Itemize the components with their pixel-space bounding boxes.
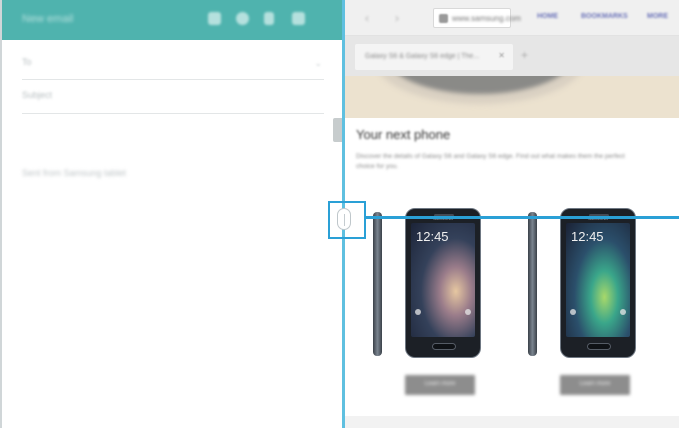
- phone-home-button: [432, 343, 456, 350]
- back-icon[interactable]: ‹: [365, 11, 369, 25]
- email-compose-pane: New email To ⌄ Subject Sent from Samsung…: [0, 0, 344, 428]
- url-text: www.samsung.com: [452, 14, 521, 23]
- page-description: Discover the details of Galaxy S6 and Ga…: [356, 153, 625, 170]
- more-menu[interactable]: MORE: [647, 13, 668, 20]
- phone-app-icon: [415, 309, 421, 315]
- phone-side-image: [373, 212, 382, 356]
- callout-line: [366, 216, 679, 219]
- site-icon: [439, 14, 448, 23]
- send-options-icon[interactable]: [264, 12, 274, 25]
- close-icon[interactable]: ✕: [498, 51, 505, 60]
- attach-icon[interactable]: [208, 12, 221, 25]
- browser-toolbar: ‹ › www.samsung.com HOME BOOKMARKS MORE: [345, 0, 679, 36]
- insert-icon[interactable]: [236, 12, 249, 25]
- phone-screen: 12:45: [411, 223, 475, 337]
- browser-pane: ‹ › www.samsung.com HOME BOOKMARKS MORE …: [345, 0, 679, 428]
- phone-screen: 12:45: [566, 223, 630, 337]
- page-footer: [345, 416, 679, 428]
- home-menu[interactable]: HOME: [537, 13, 558, 20]
- to-field-label: To: [22, 57, 32, 67]
- button-label: Learn more: [579, 381, 611, 387]
- hero-banner: [345, 76, 679, 118]
- subject-field[interactable]: Subject: [2, 78, 344, 118]
- button-label: Learn more: [424, 381, 456, 387]
- browser-tab[interactable]: Galaxy S6 & Galaxy S6 edge | The... ✕: [355, 44, 513, 70]
- phone-home-button: [587, 343, 611, 350]
- side-handle[interactable]: [333, 118, 342, 142]
- subject-field-label: Subject: [22, 90, 53, 100]
- phone-image-galaxy-s6-edge[interactable]: SAMSUNG 12:45: [560, 208, 636, 358]
- page-heading: Your next phone: [356, 127, 451, 142]
- phone-image-galaxy-s6[interactable]: SAMSUNG 12:45: [405, 208, 481, 358]
- divider: [22, 113, 324, 114]
- browser-tab-strip: Galaxy S6 & Galaxy S6 edge | The... ✕ +: [345, 36, 679, 76]
- learn-more-button[interactable]: Learn more: [405, 375, 475, 395]
- forward-icon[interactable]: ›: [395, 11, 399, 25]
- phone-app-icon: [620, 309, 626, 315]
- url-field[interactable]: www.samsung.com: [433, 8, 521, 28]
- bookmarks-menu[interactable]: BOOKMARKS: [581, 13, 628, 20]
- tab-title: Galaxy S6 & Galaxy S6 edge | The...: [365, 53, 480, 60]
- phone-app-icon: [570, 309, 576, 315]
- chevron-down-icon[interactable]: ⌄: [314, 58, 322, 69]
- callout-box: [328, 201, 366, 239]
- learn-more-button[interactable]: Learn more: [560, 375, 630, 395]
- phone-clock: 12:45: [416, 229, 449, 244]
- phone-app-icon: [465, 309, 471, 315]
- phone-clock: 12:45: [571, 229, 604, 244]
- email-body[interactable]: Sent from Samsung tablet: [22, 168, 126, 178]
- phone-side-image: [528, 212, 537, 356]
- email-title: New email: [22, 13, 74, 25]
- send-icon[interactable]: [292, 12, 305, 25]
- email-app-bar: New email: [2, 0, 344, 40]
- new-tab-icon[interactable]: +: [521, 48, 528, 62]
